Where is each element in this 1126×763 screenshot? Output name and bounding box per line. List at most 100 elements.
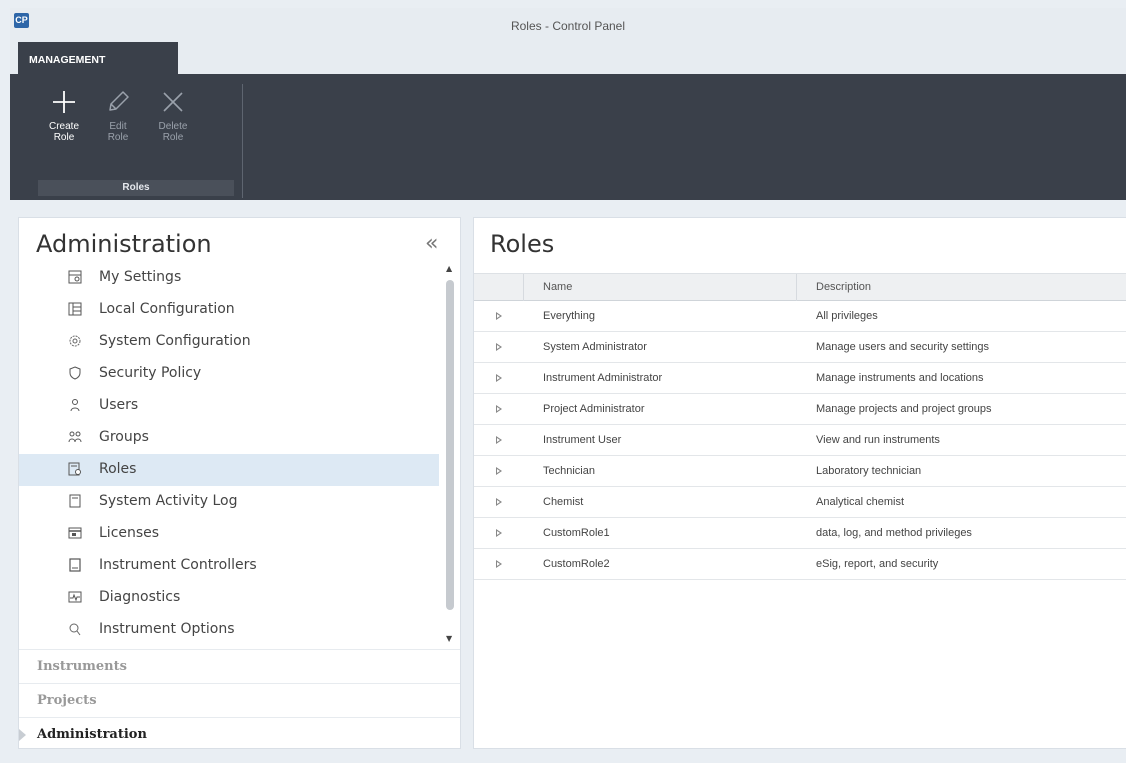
- navigation-pane: Administration « My Settings Local Confi…: [18, 217, 461, 749]
- role-name-cell: Chemist: [543, 496, 584, 508]
- roles-icon: [68, 462, 81, 476]
- role-name-cell: Everything: [543, 310, 595, 322]
- active-section-marker-icon: [19, 729, 26, 741]
- sidebar-item-label: Instrument Options: [99, 621, 235, 637]
- role-name-cell: Project Administrator: [543, 403, 645, 415]
- role-description-cell: Manage users and security settings: [816, 341, 990, 353]
- expand-row-icon[interactable]: [496, 312, 502, 320]
- local-configuration-icon: [68, 302, 82, 316]
- section-projects[interactable]: Projects: [19, 683, 460, 717]
- sidebar-item-security-policy[interactable]: Security Policy: [19, 358, 439, 390]
- sidebar-item-instrument-controllers[interactable]: Instrument Controllers: [19, 550, 439, 582]
- header-divider: [523, 274, 524, 301]
- window-title: Roles - Control Panel: [510, 19, 626, 33]
- sidebar-item-system-activity-log[interactable]: System Activity Log: [19, 486, 439, 518]
- tab-management[interactable]: MANAGEMENT: [18, 42, 178, 74]
- delete-role-button[interactable]: Delete Role: [147, 82, 199, 177]
- table-row[interactable]: Chemist Analytical chemist: [474, 488, 1126, 518]
- section-administration-label: Administration: [37, 727, 147, 742]
- delete-role-label: Delete Role: [158, 121, 188, 143]
- column-header-name[interactable]: Name: [543, 281, 572, 293]
- table-row[interactable]: CustomRole1 data, log, and method privil…: [474, 519, 1126, 549]
- edit-role-label: Edit Role: [107, 121, 129, 143]
- section-instruments[interactable]: Instruments: [19, 649, 460, 683]
- sidebar-item-instrument-options[interactable]: Instrument Options: [19, 614, 439, 646]
- nav-scrollbar[interactable]: ▲ ▼: [443, 262, 457, 650]
- scroll-up-icon[interactable]: ▲: [446, 264, 452, 273]
- role-description-cell: All privileges: [816, 310, 878, 322]
- controller-icon: [69, 558, 81, 572]
- role-name-cell: System Administrator: [543, 341, 647, 353]
- sidebar-item-label: System Activity Log: [99, 493, 238, 509]
- title-bar: CP Roles - Control Panel: [10, 8, 1126, 38]
- sidebar-item-system-configuration[interactable]: System Configuration: [19, 326, 439, 358]
- table-row[interactable]: Instrument User View and run instruments: [474, 426, 1126, 456]
- sidebar-item-local-configuration[interactable]: Local Configuration: [19, 294, 439, 326]
- sidebar-item-roles[interactable]: Roles: [19, 454, 439, 486]
- ribbon-group-roles: Create Role Edit Role Delete Role Roles: [38, 82, 234, 198]
- user-icon: [70, 399, 80, 412]
- sidebar-item-label: Licenses: [99, 525, 160, 541]
- expand-row-icon[interactable]: [496, 467, 502, 475]
- sidebar-item-label: My Settings: [99, 269, 182, 285]
- diagnostics-icon: [68, 591, 82, 603]
- collapse-pane-icon[interactable]: «: [425, 232, 445, 256]
- expand-row-icon[interactable]: [496, 374, 502, 382]
- expand-row-icon[interactable]: [496, 560, 502, 568]
- expand-row-icon[interactable]: [496, 436, 502, 444]
- page-title: Roles: [490, 230, 555, 258]
- sidebar-item-my-settings[interactable]: My Settings: [19, 262, 439, 294]
- role-description-cell: View and run instruments: [816, 434, 940, 446]
- options-icon: [69, 623, 81, 636]
- role-description-cell: data, log, and method privileges: [816, 527, 972, 539]
- sidebar-item-users[interactable]: Users: [19, 390, 439, 422]
- log-icon: [69, 494, 81, 508]
- table-row[interactable]: Technician Laboratory technician: [474, 457, 1126, 487]
- sidebar-item-label: Local Configuration: [99, 301, 235, 317]
- nav-pane-title: Administration: [36, 230, 212, 258]
- license-icon: [68, 527, 82, 539]
- table-row[interactable]: Project Administrator Manage projects an…: [474, 395, 1126, 425]
- column-header-description[interactable]: Description: [816, 281, 871, 293]
- system-configuration-icon: [69, 335, 81, 347]
- scrollbar-thumb[interactable]: [446, 280, 454, 610]
- edit-role-button[interactable]: Edit Role: [92, 82, 144, 177]
- table-row[interactable]: Instrument Administrator Manage instrume…: [474, 364, 1126, 394]
- shield-icon: [69, 366, 81, 380]
- plus-icon: [53, 91, 75, 113]
- group-icon: [68, 431, 82, 443]
- role-description-cell: eSig, report, and security: [816, 558, 939, 570]
- create-role-button[interactable]: Create Role: [38, 82, 90, 177]
- expand-row-icon[interactable]: [496, 498, 502, 506]
- ribbon-group-divider: [242, 84, 243, 198]
- sidebar-item-diagnostics[interactable]: Diagnostics: [19, 582, 439, 614]
- sidebar-item-label: Users: [99, 397, 139, 413]
- section-administration[interactable]: Administration: [19, 717, 460, 751]
- scroll-down-icon[interactable]: ▼: [446, 634, 452, 643]
- role-name-cell: Instrument Administrator: [543, 372, 663, 384]
- content-pane: Roles Name Description Everything All pr…: [473, 217, 1126, 749]
- expand-row-icon[interactable]: [496, 405, 502, 413]
- table-row[interactable]: CustomRole2 eSig, report, and security: [474, 550, 1126, 580]
- grid-header: Name Description: [474, 273, 1126, 301]
- role-name-cell: Instrument User: [543, 434, 622, 446]
- sidebar-item-groups[interactable]: Groups: [19, 422, 439, 454]
- expand-row-icon[interactable]: [496, 529, 502, 537]
- sidebar-item-licenses[interactable]: Licenses: [19, 518, 439, 550]
- ribbon-group-label: Roles: [38, 180, 234, 196]
- sidebar-item-label: Diagnostics: [99, 589, 181, 605]
- admin-nav-list: My Settings Local Configuration System C…: [19, 262, 439, 650]
- expand-row-icon[interactable]: [496, 343, 502, 351]
- role-name-cell: Technician: [543, 465, 595, 477]
- role-description-cell: Analytical chemist: [816, 496, 905, 508]
- header-divider: [796, 274, 797, 301]
- role-description-cell: Manage projects and project groups: [816, 403, 992, 415]
- create-role-label: Create Role: [48, 121, 79, 143]
- pencil-icon: [109, 91, 129, 111]
- x-icon: [163, 92, 183, 112]
- sidebar-item-label: System Configuration: [99, 333, 251, 349]
- my-settings-icon: [68, 270, 82, 284]
- table-row[interactable]: System Administrator Manage users and se…: [474, 333, 1126, 363]
- table-row[interactable]: Everything All privileges: [474, 302, 1126, 332]
- role-name-cell: CustomRole2: [543, 558, 610, 570]
